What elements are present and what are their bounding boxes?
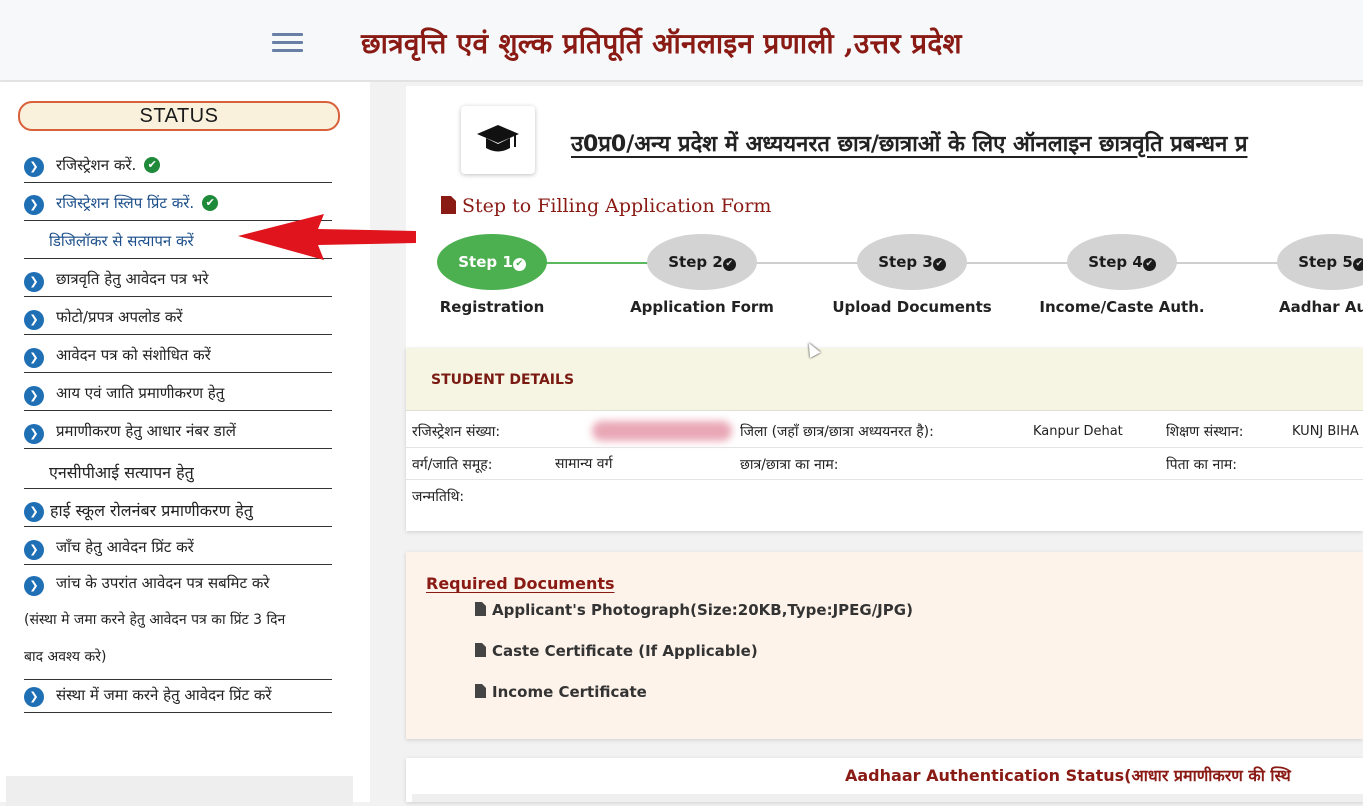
- check-icon: ✔: [202, 195, 219, 211]
- sidebar-item-label: डिजिलॉकर से सत्यापन करें: [49, 232, 194, 250]
- institute-value: KUNJ BIHA: [1292, 424, 1359, 439]
- step-3-label: Upload Documents: [832, 298, 992, 316]
- sidebar-item-npci[interactable]: एनसीपीआई सत्यापन हेतु: [24, 453, 332, 489]
- student-details-panel: STUDENT DETAILS रजिस्ट्रेशन संख्या: जिला…: [406, 348, 1363, 531]
- top-header: छात्रवृत्ति एवं शुल्क प्रतिपूर्ति ऑनलाइन…: [0, 0, 1363, 81]
- aadhaar-status-heading: Aadhaar Authentication Status(आधार प्रमा…: [845, 766, 1291, 785]
- sidebar-item-label: रजिस्ट्रेशन स्लिप प्रिंट करें.: [56, 194, 195, 212]
- file-icon: [475, 643, 486, 657]
- step-3-pill[interactable]: Step 3 ✔: [857, 234, 967, 290]
- step-5-pill[interactable]: Step 5 ✔: [1277, 234, 1363, 290]
- document-item: Applicant's Photograph(Size:20KB,Type:JP…: [475, 601, 913, 619]
- sidebar-item-submit[interactable]: ❯ जांच के उपरांत आवेदन पत्र सबमिट करे: [24, 569, 332, 603]
- chevron-right-icon: ❯: [24, 195, 44, 215]
- sidebar-item-income-caste[interactable]: ❯ आय एवं जाति प्रमाणीकरण हेतु: [24, 377, 332, 411]
- chevron-right-icon: ❯: [24, 348, 44, 368]
- step-2-pill[interactable]: Step 2 ✔: [647, 234, 757, 290]
- chevron-right-icon: ❯: [24, 386, 44, 406]
- check-circle-icon: ✔: [1352, 258, 1363, 271]
- category-label: वर्ग/जाति समूह:: [412, 457, 493, 473]
- site-title: छात्रवृत्ति एवं शुल्क प्रतिपूर्ति ऑनलाइन…: [361, 27, 962, 60]
- district-value: Kanpur Dehat: [1033, 424, 1123, 439]
- chevron-right-icon: ❯: [24, 540, 44, 560]
- student-name-label: छात्र/छात्रा का नाम:: [740, 457, 839, 473]
- category-value: सामान्य वर्ग: [555, 456, 613, 472]
- registration-number-value: [592, 421, 732, 441]
- sidebar-item-label: छात्रवृति हेतु आवेदन पत्र भरे: [56, 270, 209, 288]
- student-details-header: STUDENT DETAILS: [406, 348, 1363, 411]
- chevron-right-icon: ❯: [24, 272, 44, 292]
- chevron-right-icon: ❯: [24, 424, 44, 444]
- sidebar-item-label: प्रमाणीकरण हेतु आधार नंबर डालें: [56, 422, 236, 440]
- document-item: Income Certificate: [475, 683, 647, 701]
- row-divider: [406, 479, 1363, 480]
- aadhaar-status-row: [412, 794, 1363, 802]
- sidebar-item-print-institute[interactable]: ❯ संस्था में जमा करने हेतु आवेदन प्रिंट …: [24, 679, 332, 713]
- step-4-pill[interactable]: Step 4 ✔: [1067, 234, 1177, 290]
- row-divider: [406, 447, 1363, 448]
- check-circle-icon: ✔: [1142, 258, 1156, 271]
- submit-note-line-1: (संस्था मे जमा करने हेतु आवेदन पत्र का प…: [24, 612, 286, 628]
- father-name-label: पिता का नाम:: [1166, 457, 1237, 473]
- check-circle-icon: ✔: [722, 258, 736, 271]
- graduation-cap-icon: [461, 106, 535, 174]
- step-2-label: Application Form: [630, 298, 774, 316]
- sidebar-item-edit-application[interactable]: ❯ आवेदन पत्र को संशोधित करें: [24, 339, 332, 373]
- sidebar-item-label: आय एवं जाति प्रमाणीकरण हेतु: [56, 384, 225, 402]
- step-1-label: Registration: [439, 298, 545, 316]
- sidebar-item-label: संस्था में जमा करने हेतु आवेदन प्रिंट कर…: [56, 686, 272, 704]
- main-content: उ0प्र0/अन्य प्रदेश में अध्ययनरत छात्र/छा…: [370, 82, 1363, 802]
- file-icon: [475, 602, 486, 616]
- sidebar-item-label: हाई स्कूल रोलनंबर प्रमाणीकरण हेतु: [50, 501, 253, 520]
- chevron-right-icon: ❯: [24, 687, 44, 707]
- check-icon: ✔: [144, 157, 161, 173]
- dob-label: जन्मतिथि:: [412, 489, 465, 505]
- institute-label: शिक्षण संस्थान:: [1166, 424, 1244, 440]
- sidebar-item-highschool[interactable]: ❯ हाई स्कूल रोलनंबर प्रमाणीकरण हेतु: [24, 493, 332, 527]
- file-icon: [441, 196, 456, 214]
- sidebar: STATUS ❯ रजिस्ट्रेशन करें. ✔ ❯ रजिस्ट्रेश…: [0, 82, 370, 806]
- sidebar-item-label: जाँच हेतु आवेदन प्रिंट करें: [56, 538, 194, 556]
- document-item: Caste Certificate (If Applicable): [475, 642, 758, 660]
- chevron-right-icon: ❯: [24, 157, 44, 177]
- required-documents-panel: Required Documents Applicant's Photograp…: [406, 552, 1363, 739]
- sidebar-item-label: रजिस्ट्रेशन करें.: [56, 156, 137, 174]
- sidebar-item-upload[interactable]: ❯ फोटो/प्रपत्र अपलोड करें: [24, 301, 332, 335]
- sidebar-item-label: फोटो/प्रपत्र अपलोड करें: [56, 308, 183, 326]
- sidebar-item-label: एनसीपीआई सत्यापन हेतु: [49, 463, 194, 482]
- chevron-right-icon: ❯: [24, 576, 44, 596]
- step-5-label: Aadhar Au: [1279, 298, 1363, 316]
- step-4-label: Income/Caste Auth.: [1039, 298, 1205, 316]
- file-icon: [475, 684, 486, 698]
- sidebar-item-aadhaar[interactable]: ❯ प्रमाणीकरण हेतु आधार नंबर डालें: [24, 415, 332, 449]
- red-arrow-icon: [238, 214, 416, 260]
- step-1-pill[interactable]: Step 1 ✔: [437, 234, 547, 290]
- page-title: उ0प्र0/अन्य प्रदेश में अध्ययनरत छात्र/छा…: [571, 132, 1248, 157]
- chevron-right-icon: ❯: [24, 502, 44, 522]
- chevron-right-icon: ❯: [24, 310, 44, 330]
- district-label: जिला (जहाँ छात्र/छात्रा अध्ययनरत है):: [740, 424, 934, 440]
- aadhaar-status-panel: Aadhaar Authentication Status(आधार प्रमा…: [406, 758, 1363, 802]
- status-heading: STATUS: [18, 101, 340, 131]
- check-circle-icon: ✔: [512, 258, 526, 271]
- check-circle-icon: ✔: [932, 258, 946, 271]
- hamburger-menu-icon[interactable]: [272, 33, 303, 53]
- required-documents-heading: Required Documents: [426, 574, 615, 593]
- registration-number-label: रजिस्ट्रेशन संख्या:: [412, 424, 501, 440]
- submit-note-line-2: बाद अवश्य करे): [24, 649, 107, 665]
- sidebar-item-registration[interactable]: ❯ रजिस्ट्रेशन करें. ✔: [24, 149, 332, 183]
- steps-heading: Step to Filling Application Form: [441, 195, 771, 217]
- sidebar-item-label: जांच के उपरांत आवेदन पत्र सबमिट करे: [56, 574, 270, 592]
- sidebar-item-label: आवेदन पत्र को संशोधित करें: [56, 346, 211, 364]
- sidebar-item-apply[interactable]: ❯ छात्रवृति हेतु आवेदन पत्र भरे: [24, 263, 332, 297]
- sidebar-item-print-check[interactable]: ❯ जाँच हेतु आवेदन प्रिंट करें: [24, 531, 332, 565]
